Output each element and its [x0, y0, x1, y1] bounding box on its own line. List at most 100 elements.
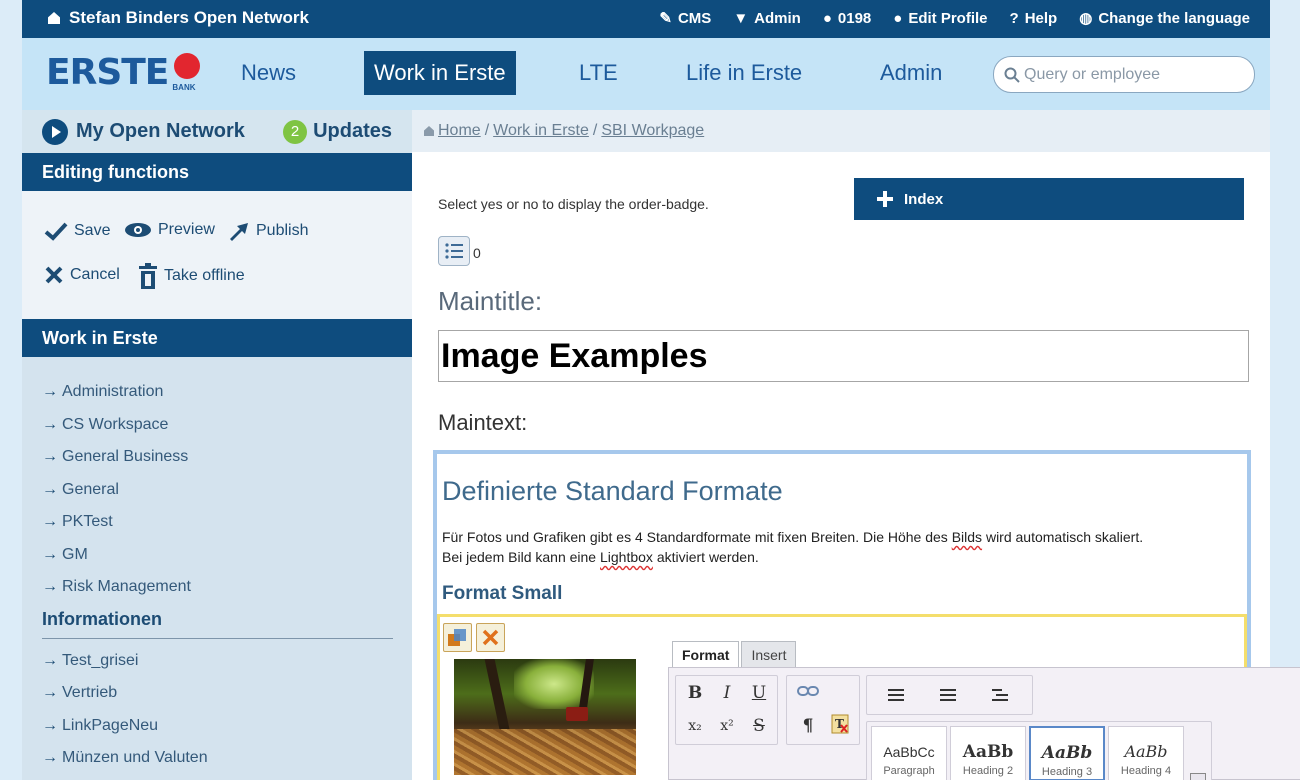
sidebar-item-general[interactable]: → General: [42, 474, 412, 507]
index-label: Index: [904, 190, 944, 208]
breadcrumb-work-in-erste[interactable]: Work in Erste: [493, 122, 589, 140]
trash-icon: [139, 263, 157, 289]
search-input[interactable]: [1024, 65, 1234, 84]
close-icon: [482, 629, 499, 646]
underline-button[interactable]: U: [746, 680, 772, 706]
sidebar-item-label: Administration: [62, 383, 164, 400]
sidebar-item-administration[interactable]: → Administration: [42, 376, 412, 409]
editing-functions-header: Editing functions: [22, 153, 412, 191]
arrow-right-icon: →: [42, 749, 58, 766]
style-name: Heading 2: [962, 765, 1014, 777]
tab-insert[interactable]: Insert: [741, 641, 797, 668]
arrow-right-icon: →: [42, 383, 58, 400]
bold-button[interactable]: B: [682, 680, 708, 706]
clear-format-button[interactable]: T: [827, 713, 853, 739]
main-nav: ERSTE BANK News Work in Erste LTE Life i…: [22, 38, 1270, 110]
remove-image-button[interactable]: [476, 623, 505, 652]
numbered-list-button[interactable]: [883, 682, 909, 708]
image-format-button[interactable]: [443, 623, 472, 652]
edit-profile-link[interactable]: ● Edit Profile: [893, 9, 987, 27]
arrow-right-icon: →: [42, 578, 58, 595]
sidebar-item-label: PKTest: [62, 513, 113, 530]
indent-button[interactable]: [987, 682, 1013, 708]
publish-arrow-icon: [230, 223, 248, 241]
preview-button[interactable]: Preview: [124, 221, 215, 239]
breadcrumb-home[interactable]: Home: [438, 122, 481, 140]
arrow-right-icon: →: [42, 448, 58, 465]
sidebar-item-pktest[interactable]: → PKTest: [42, 506, 412, 539]
breadcrumb: Home / Work in Erste / SBI Workpage: [412, 110, 1270, 152]
updates-link[interactable]: 2 Updates: [283, 119, 392, 144]
subscript-button[interactable]: x₂: [682, 713, 708, 739]
italic-button[interactable]: I: [714, 680, 740, 706]
change-language-link[interactable]: ◍ Change the language: [1079, 9, 1250, 28]
cms-link[interactable]: ✎ CMS: [659, 9, 711, 28]
top-menu: ✎ CMS ▼ Admin ● 0198 ● Edit Profile ? He…: [659, 9, 1250, 28]
style-heading-4[interactable]: AaBb Heading 4: [1108, 726, 1184, 780]
user-id-link[interactable]: ● 0198: [823, 9, 871, 27]
publish-button[interactable]: Publish: [228, 221, 308, 241]
sidebar: My Open Network 2 Updates Editing functi…: [22, 110, 412, 780]
maintitle-field[interactable]: Image Examples: [438, 330, 1249, 382]
checkmark-icon: [44, 222, 68, 241]
style-heading-2[interactable]: AaBb Heading 2: [950, 726, 1026, 780]
nav-item-lte[interactable]: LTE: [569, 51, 628, 95]
style-name: Paragraph: [883, 765, 935, 777]
nav-item-life-in-erste[interactable]: Life in Erste: [676, 51, 812, 95]
sidebar-item-vertrieb[interactable]: → Vertrieb: [42, 677, 412, 710]
bullet-list-button[interactable]: [935, 682, 961, 708]
paragraph-text: wird automatisch skaliert.: [982, 529, 1144, 545]
my-open-network-link[interactable]: My Open Network: [42, 118, 245, 145]
arrow-right-icon: →: [42, 651, 58, 669]
style-paragraph[interactable]: AaBbCc Paragraph: [871, 726, 947, 780]
breadcrumb-sbi-workpage[interactable]: SBI Workpage: [601, 122, 704, 140]
save-button[interactable]: Save: [44, 221, 110, 241]
cancel-label: Cancel: [70, 266, 120, 283]
superscript-button[interactable]: x²: [714, 713, 740, 739]
nav-item-work-in-erste[interactable]: Work in Erste: [364, 51, 516, 95]
work-in-erste-header: Work in Erste: [22, 319, 412, 357]
list-group: [866, 675, 1033, 715]
help-link[interactable]: ? Help: [1010, 9, 1058, 27]
paragraph-text: Bei jedem Bild kann eine: [442, 549, 600, 565]
sidebar-item-linkpageneu[interactable]: → LinkPageNeu: [42, 710, 412, 743]
sidebar-item-cs-workspace[interactable]: → CS Workspace: [42, 409, 412, 442]
sidebar-item-muenzen-und-valuten[interactable]: → Münzen und Valuten: [42, 742, 412, 775]
tab-format[interactable]: Format: [672, 641, 740, 668]
erste-logo[interactable]: ERSTE BANK: [46, 53, 202, 93]
pilcrow-button[interactable]: ¶: [795, 713, 821, 739]
strikethrough-button[interactable]: S: [746, 713, 772, 739]
insert-group: ¶ T: [786, 675, 860, 745]
sidebar-item-general-business[interactable]: → General Business: [42, 441, 412, 474]
ribbon-tabs: Format Insert: [672, 641, 797, 668]
sidebar-item-test-grisei[interactable]: → Test_grisei: [42, 645, 412, 678]
photo-part: [484, 659, 510, 729]
site-title[interactable]: Stefan Binders Open Network: [48, 8, 309, 28]
take-offline-button[interactable]: Take offline: [138, 263, 245, 289]
sidebar-item-gm[interactable]: → GM: [42, 539, 412, 572]
style-name: Heading 4: [1120, 765, 1172, 777]
informationen-list: → Test_grisei → Vertrieb → LinkPageNeu → Mün…: [22, 645, 412, 775]
arrow-right-icon: →: [42, 684, 58, 701]
style-heading-3[interactable]: AaBb Heading 3: [1029, 726, 1105, 780]
sidebar-item-label: LinkPageNeu: [62, 716, 159, 734]
save-label: Save: [74, 222, 111, 239]
order-list-button[interactable]: [438, 236, 470, 266]
site-title-text: Stefan Binders Open Network: [69, 8, 309, 27]
work-in-erste-list: → Administration → CS Workspace → General B…: [22, 357, 412, 604]
cancel-button[interactable]: Cancel: [44, 265, 120, 285]
index-button[interactable]: Index: [854, 178, 1244, 220]
sidebar-item-risk-management[interactable]: → Risk Management: [42, 571, 412, 604]
sidebar-item-label: Vertrieb: [62, 684, 118, 701]
nav-item-admin[interactable]: Admin: [870, 51, 952, 95]
admin-menu[interactable]: ▼ Admin: [733, 9, 801, 27]
indent-icon: [992, 689, 1008, 702]
edit-profile-label: Edit Profile: [908, 9, 988, 27]
styles-expand-button[interactable]: [1190, 773, 1206, 780]
sidebar-item-label: Münzen und Valuten: [62, 749, 208, 766]
nav-item-news[interactable]: News: [231, 51, 306, 95]
style-name: Heading 3: [1041, 766, 1093, 778]
eye-icon: [125, 223, 151, 237]
misspelled-word: Bilds: [951, 529, 983, 545]
link-button[interactable]: [795, 680, 821, 706]
